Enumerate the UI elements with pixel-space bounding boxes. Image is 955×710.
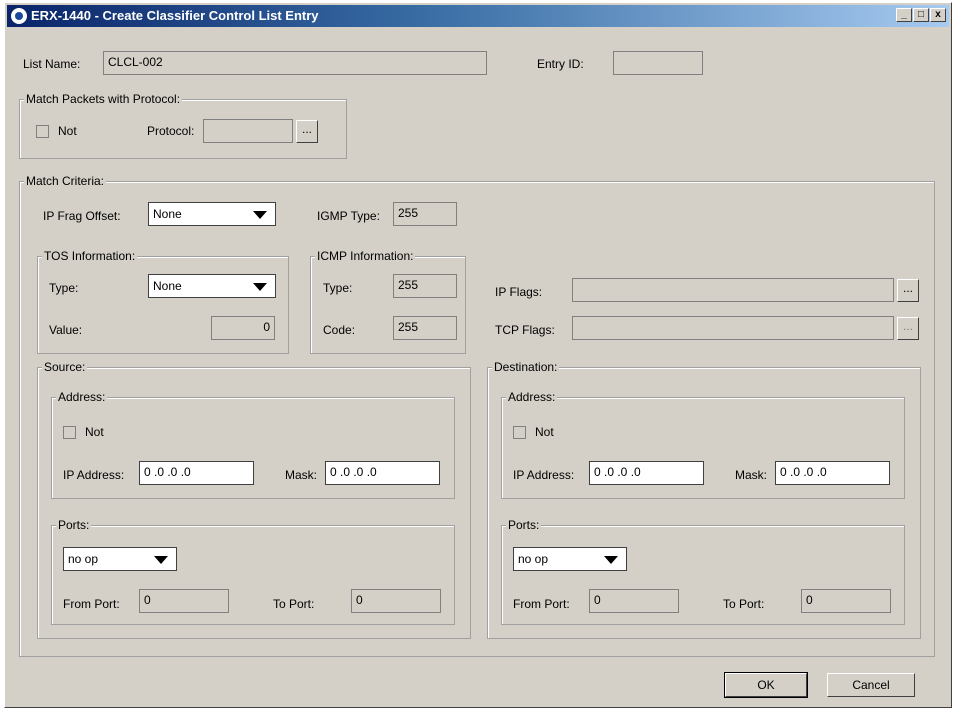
dialog-window: ERX-1440 - Create Classifier Control Lis… — [4, 2, 952, 708]
destination-group-title: Destination: — [492, 360, 560, 374]
source-ip-label: IP Address: — [63, 468, 125, 482]
destination-ports-title: Ports: — [506, 518, 542, 532]
ip-frag-offset-select[interactable]: None — [148, 202, 276, 226]
destination-mask-field[interactable]: 0 .0 .0 .0 — [775, 461, 890, 485]
ip-flags-browse-button[interactable]: ... — [897, 279, 919, 302]
protocol-label: Protocol: — [147, 124, 195, 138]
ok-button[interactable]: OK — [724, 672, 808, 698]
destination-from-port-label: From Port: — [513, 597, 570, 611]
source-not-checkbox[interactable] — [63, 426, 76, 439]
destination-not-checkbox[interactable] — [513, 426, 526, 439]
source-from-port-label: From Port: — [63, 597, 120, 611]
protocol-browse-button[interactable]: ... — [296, 120, 318, 143]
tos-type-select[interactable]: None — [148, 274, 276, 298]
title-bar[interactable]: ERX-1440 - Create Classifier Control Lis… — [7, 5, 949, 27]
destination-address-title: Address: — [506, 390, 558, 404]
source-from-port-field[interactable]: 0 — [139, 589, 229, 613]
list-name-label: List Name: — [23, 57, 81, 71]
source-to-port-field[interactable]: 0 — [351, 589, 441, 613]
tos-group-title: TOS Information: — [42, 249, 138, 263]
minimize-button[interactable]: _ — [896, 8, 912, 22]
ip-flags-label: IP Flags: — [495, 285, 543, 299]
app-logo-icon — [11, 8, 27, 24]
close-button[interactable]: x — [930, 8, 946, 22]
destination-not-label: Not — [535, 425, 554, 439]
protocol-group-title: Match Packets with Protocol: — [24, 92, 183, 106]
source-ip-field[interactable]: 0 .0 .0 .0 — [139, 461, 254, 485]
protocol-field[interactable] — [203, 119, 293, 143]
destination-mask-label: Mask: — [735, 468, 768, 482]
igmp-type-field[interactable]: 255 — [393, 202, 457, 226]
icmp-group-title: ICMP Information: — [315, 249, 416, 263]
icmp-type-label: Type: — [323, 281, 353, 295]
tcp-flags-browse-button[interactable]: ... — [897, 317, 919, 340]
entry-id-field[interactable] — [613, 51, 703, 75]
ip-frag-offset-value: None — [153, 207, 182, 221]
dropdown-arrow-icon — [604, 556, 618, 564]
destination-ip-label: IP Address: — [513, 468, 575, 482]
ip-flags-field[interactable] — [572, 278, 894, 302]
entry-id-label: Entry ID: — [537, 57, 584, 71]
dropdown-arrow-icon — [253, 211, 267, 219]
destination-to-port-label: To Port: — [723, 597, 765, 611]
source-not-label: Not — [85, 425, 104, 439]
tos-type-value: None — [153, 279, 182, 293]
cancel-button[interactable]: Cancel — [827, 673, 915, 697]
tos-type-label: Type: — [49, 281, 79, 295]
source-group-title: Source: — [42, 360, 88, 374]
source-mask-label: Mask: — [285, 468, 318, 482]
source-ports-op-value: no op — [68, 552, 99, 566]
list-name-field[interactable]: CLCL-002 — [103, 51, 487, 75]
dropdown-arrow-icon — [154, 556, 168, 564]
source-address-title: Address: — [56, 390, 108, 404]
tos-value-label: Value: — [49, 323, 83, 337]
destination-to-port-field[interactable]: 0 — [801, 589, 891, 613]
destination-from-port-field[interactable]: 0 — [589, 589, 679, 613]
icmp-type-field[interactable]: 255 — [393, 274, 457, 298]
protocol-not-label: Not — [58, 124, 77, 138]
source-ports-op-select[interactable]: no op — [63, 547, 177, 571]
source-ports-title: Ports: — [56, 518, 92, 532]
icmp-code-label: Code: — [323, 323, 356, 337]
ip-frag-offset-label: IP Frag Offset: — [43, 209, 121, 223]
protocol-not-checkbox[interactable] — [36, 125, 49, 138]
tos-value-field[interactable]: 0 — [211, 316, 275, 340]
source-mask-field[interactable]: 0 .0 .0 .0 — [325, 461, 440, 485]
window-title: ERX-1440 - Create Classifier Control Lis… — [31, 8, 319, 23]
match-criteria-title: Match Criteria: — [24, 174, 107, 188]
dropdown-arrow-icon — [253, 283, 267, 291]
destination-ports-op-select[interactable]: no op — [513, 547, 627, 571]
igmp-type-label: IGMP Type: — [317, 209, 380, 223]
destination-ip-field[interactable]: 0 .0 .0 .0 — [589, 461, 704, 485]
destination-ports-op-value: no op — [518, 552, 549, 566]
source-to-port-label: To Port: — [273, 597, 315, 611]
tcp-flags-field[interactable] — [572, 316, 894, 340]
tcp-flags-label: TCP Flags: — [495, 323, 555, 337]
icmp-code-field[interactable]: 255 — [393, 316, 457, 340]
maximize-button[interactable]: □ — [913, 8, 929, 22]
